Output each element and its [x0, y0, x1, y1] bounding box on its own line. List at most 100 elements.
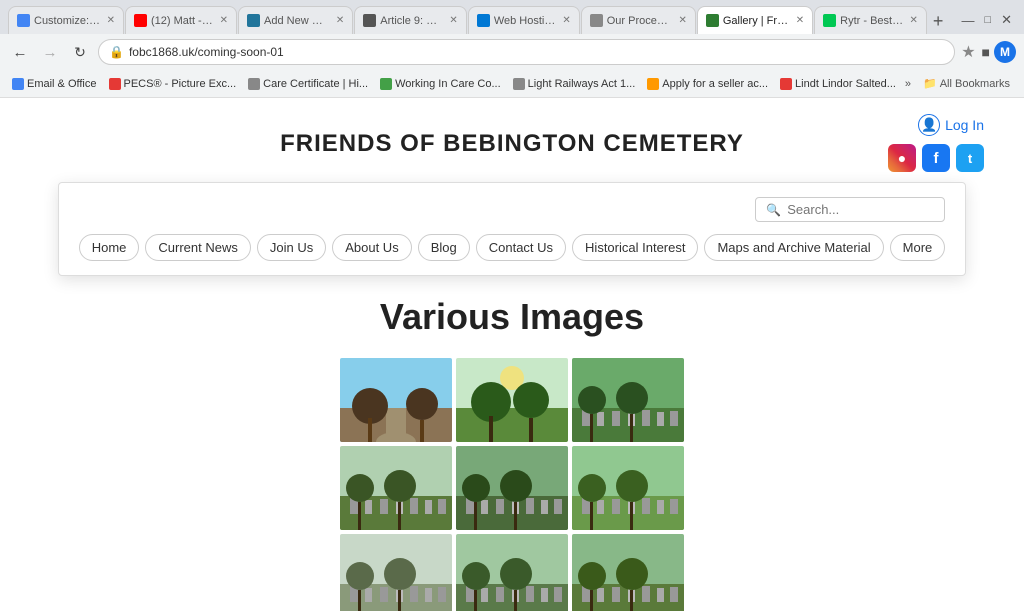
- tab-favicon: [247, 14, 260, 27]
- tab-close-icon[interactable]: ✕: [796, 15, 804, 26]
- tab-favicon: [706, 14, 719, 27]
- nav-item[interactable]: About Us: [332, 234, 411, 261]
- search-row: 🔍: [79, 197, 946, 222]
- bookmark-favicon: [248, 78, 260, 90]
- gallery-image[interactable]: [456, 446, 568, 530]
- tab-close-icon[interactable]: ✕: [220, 15, 228, 26]
- nav-item[interactable]: Blog: [418, 234, 470, 261]
- facebook-icon[interactable]: f: [922, 144, 950, 172]
- secure-icon: 🔒: [109, 45, 124, 59]
- tab-favicon: [363, 14, 376, 27]
- forward-btn[interactable]: →: [38, 40, 62, 64]
- gallery-image[interactable]: [340, 358, 452, 442]
- nav-item[interactable]: Home: [79, 234, 140, 261]
- tab-label: Add New Page • Pe...: [264, 15, 330, 27]
- bookmark-favicon: [380, 78, 392, 90]
- bookmark-item[interactable]: PECS® - Picture Exc...: [105, 76, 241, 92]
- twitter-icon[interactable]: t: [956, 144, 984, 172]
- header-top: FRIENDS OF BEBINGTON CEMETERY 👤 Log In ●…: [20, 114, 1004, 174]
- tab-label: Our Process - Penn...: [607, 15, 673, 27]
- ext-puzzle-icon[interactable]: ■: [982, 44, 990, 60]
- address-bar-row: ← → ↻ 🔒 fobc1868.uk/coming-soon-01 ★ ■ M: [0, 34, 1024, 70]
- gallery-image[interactable]: [572, 446, 684, 530]
- tab-label: Article 9: Freedom ...: [380, 15, 443, 27]
- bookmarks-folder-btn[interactable]: 📁 All Bookmarks: [917, 75, 1016, 92]
- site-header: FRIENDS OF BEBINGTON CEMETERY 👤 Log In ●…: [0, 98, 1024, 174]
- gallery-image[interactable]: [340, 534, 452, 611]
- bookmark-label: PECS® - Picture Exc...: [124, 78, 237, 90]
- instagram-icon[interactable]: ●: [888, 144, 916, 172]
- tab-item[interactable]: Web Hosting, Dom...✕: [468, 6, 580, 34]
- nav-item[interactable]: Historical Interest: [572, 234, 698, 261]
- tab-close-icon[interactable]: ✕: [449, 15, 457, 26]
- nav-item[interactable]: Join Us: [257, 234, 326, 261]
- gallery-image[interactable]: [456, 358, 568, 442]
- tab-item[interactable]: Gallery | Friends Of ...✕: [697, 6, 813, 34]
- tab-favicon: [134, 14, 147, 27]
- minimize-btn[interactable]: —: [961, 13, 974, 28]
- bookmark-item[interactable]: Care Certificate | Hi...: [244, 76, 372, 92]
- tab-close-icon[interactable]: ✕: [562, 15, 570, 26]
- tab-item[interactable]: Article 9: Freedom ... ✕: [354, 6, 467, 34]
- tab-item[interactable]: Our Process - Penn... ✕: [581, 6, 696, 34]
- image-grid: [20, 358, 1004, 611]
- bookmark-favicon: [647, 78, 659, 90]
- tab-close-icon[interactable]: ✕: [107, 15, 115, 26]
- maximize-btn[interactable]: □: [984, 14, 991, 26]
- nav-item[interactable]: Contact Us: [476, 234, 566, 261]
- nav-dropdown-overlay: 🔍 HomeCurrent News Join UsAbout Us BlogCon…: [0, 182, 1024, 276]
- search-box[interactable]: 🔍: [755, 197, 945, 222]
- tab-close-icon[interactable]: ✕: [336, 15, 344, 26]
- tab-favicon: [477, 14, 490, 27]
- bookmarks-bar: Email & Office PECS® - Picture Exc... Care…: [0, 70, 1024, 98]
- gallery-image[interactable]: [572, 358, 684, 442]
- nav-item[interactable]: More: [890, 234, 946, 261]
- nav-items: HomeCurrent News Join UsAbout Us BlogConta…: [79, 234, 946, 261]
- tab-item[interactable]: Rytr - Best AI Write... ✕: [814, 6, 927, 34]
- tabs-container: Customize: Pennyst...✕(12) Matt - WPress…: [8, 6, 927, 34]
- tab-label: Customize: Pennyst...: [34, 15, 101, 27]
- bookmarks-more-btn[interactable]: »: [901, 76, 915, 92]
- folder-icon: 📁: [923, 77, 937, 90]
- bookmark-item[interactable]: Lindt Lindor Salted...: [776, 76, 899, 92]
- site-title: FRIENDS OF BEBINGTON CEMETERY: [280, 130, 744, 158]
- bookmark-favicon: [513, 78, 525, 90]
- main-content: Various Images: [0, 276, 1024, 611]
- extensions-area: ■ M: [982, 41, 1016, 63]
- address-field[interactable]: 🔒 fobc1868.uk/coming-soon-01: [98, 39, 955, 65]
- back-btn[interactable]: ←: [8, 40, 32, 64]
- close-btn[interactable]: ✕: [1001, 12, 1012, 28]
- star-btn[interactable]: ★: [961, 42, 975, 62]
- tab-close-icon[interactable]: ✕: [910, 15, 918, 26]
- bookmark-item[interactable]: Email & Office: [8, 76, 101, 92]
- gallery-image[interactable]: [572, 534, 684, 611]
- bookmark-label: Care Certificate | Hi...: [263, 78, 368, 90]
- nav-item[interactable]: Current News: [145, 234, 250, 261]
- bookmark-item[interactable]: Apply for a seller ac...: [643, 76, 772, 92]
- profile-avatar[interactable]: M: [994, 41, 1016, 63]
- search-input[interactable]: [787, 202, 934, 217]
- bookmarks-container: Email & Office PECS® - Picture Exc... Care…: [8, 76, 899, 92]
- tab-item[interactable]: Add New Page • Pe... ✕: [238, 6, 353, 34]
- tab-bar: Customize: Pennyst...✕(12) Matt - WPress…: [0, 0, 1024, 34]
- bookmark-item[interactable]: Light Railways Act 1...: [509, 76, 640, 92]
- tab-item[interactable]: Customize: Pennyst... ✕: [8, 6, 124, 34]
- tab-item[interactable]: (12) Matt - WPress...✕: [125, 6, 237, 34]
- gallery-image[interactable]: [456, 534, 568, 611]
- login-button[interactable]: 👤 Log In: [918, 114, 984, 136]
- header-right: 👤 Log In ● f t: [888, 114, 984, 172]
- new-tab-button[interactable]: +: [927, 11, 950, 32]
- browser-chrome: Customize: Pennyst...✕(12) Matt - WPress…: [0, 0, 1024, 98]
- bookmark-label: Lindt Lindor Salted...: [795, 78, 896, 90]
- bookmark-item[interactable]: Working In Care Co...: [376, 76, 505, 92]
- tab-favicon: [590, 14, 603, 27]
- gallery-image[interactable]: [340, 446, 452, 530]
- bookmark-label: Email & Office: [27, 78, 97, 90]
- window-controls: — □ ✕: [949, 12, 1024, 28]
- tab-label: Rytr - Best AI Write...: [840, 15, 903, 27]
- nav-item[interactable]: Maps and Archive Material: [704, 234, 883, 261]
- folder-label: All Bookmarks: [940, 78, 1010, 90]
- reload-btn[interactable]: ↻: [68, 40, 92, 64]
- tab-close-icon[interactable]: ✕: [678, 15, 686, 26]
- dropdown-panel: 🔍 HomeCurrent News Join UsAbout Us BlogCon…: [58, 182, 967, 276]
